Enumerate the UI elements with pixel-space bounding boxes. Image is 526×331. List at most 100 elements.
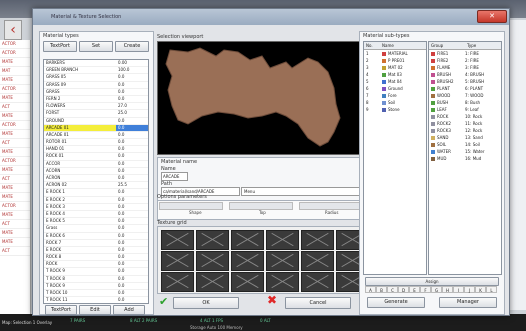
- material-row[interactable]: T ROCK 11 0.0: [44, 297, 148, 303]
- group-row[interactable]: WATER 15: Water: [429, 148, 501, 155]
- material-row[interactable]: BARKERS 0.00: [44, 60, 148, 68]
- material-row[interactable]: T ROCK 9 0.0: [44, 283, 148, 290]
- texture-slot[interactable]: [161, 230, 194, 250]
- assign-button[interactable]: Assign: [365, 277, 499, 286]
- material-row[interactable]: T ROCK 10 0.0: [44, 290, 148, 298]
- create-button[interactable]: Create: [115, 41, 149, 52]
- sub-type-row[interactable]: 2 P PRE01: [364, 57, 426, 64]
- material-row[interactable]: ROTOR 01 0.0: [44, 139, 148, 147]
- material-preview[interactable]: [157, 41, 371, 155]
- material-row[interactable]: GRASS 0.0: [44, 89, 148, 96]
- group-row[interactable]: BUSH 8: Bush: [429, 99, 501, 106]
- background-list-item[interactable]: ACTOR: [0, 49, 30, 58]
- letter-filter-g[interactable]: G: [431, 286, 442, 293]
- material-row[interactable]: ARCADE 01 0.0: [44, 132, 148, 140]
- sub-type-row[interactable]: 9 Stone: [364, 106, 426, 113]
- background-list-item[interactable]: ACTOR: [0, 202, 30, 211]
- letter-filter-c[interactable]: C: [387, 286, 398, 293]
- letter-filter-k[interactable]: K: [475, 286, 486, 293]
- texture-slot[interactable]: [266, 230, 299, 250]
- sub-type-row[interactable]: 4 Mat 03: [364, 71, 426, 78]
- material-row[interactable]: ARCADE 01 0.0: [44, 124, 148, 132]
- generate-button[interactable]: Generate: [367, 297, 425, 308]
- texture-slot[interactable]: [301, 251, 334, 271]
- option-slider-3[interactable]: [299, 202, 363, 210]
- letter-filter-f[interactable]: F: [420, 286, 431, 293]
- background-list-item[interactable]: ACT: [0, 220, 30, 229]
- material-row[interactable]: E ROCK 6 0.0: [44, 233, 148, 240]
- textport-bottom-button[interactable]: TextPort: [45, 305, 77, 315]
- background-list-item[interactable]: MATE: [0, 148, 30, 157]
- background-list-item[interactable]: MATE: [0, 130, 30, 139]
- texture-slot[interactable]: [266, 251, 299, 271]
- material-row[interactable]: T ROCK 9 0.0: [44, 268, 148, 276]
- background-list-item[interactable]: MATE: [0, 76, 30, 85]
- background-list-item[interactable]: MATE: [0, 193, 30, 202]
- texture-slot[interactable]: [231, 230, 264, 250]
- material-row[interactable]: HAND 01 0.0: [44, 146, 148, 154]
- material-row[interactable]: ROCK 7 0.0: [44, 240, 148, 247]
- letter-filter-h[interactable]: H: [442, 286, 453, 293]
- background-list-item[interactable]: MATE: [0, 184, 30, 193]
- background-list-item[interactable]: ACTOR: [0, 157, 30, 166]
- letter-filter-a[interactable]: A: [365, 286, 376, 293]
- background-list-item[interactable]: ACTOR: [0, 121, 30, 130]
- close-button[interactable]: ✕: [477, 10, 507, 23]
- background-list-item[interactable]: ACT: [0, 139, 30, 148]
- option-slider-2[interactable]: [229, 202, 293, 210]
- background-list-item[interactable]: MATE: [0, 94, 30, 103]
- material-row[interactable]: ROCK 0.0: [44, 261, 148, 269]
- background-list-item[interactable]: MATE: [0, 211, 30, 220]
- texture-slot[interactable]: [301, 272, 334, 292]
- edit-button[interactable]: Edit: [79, 305, 111, 315]
- letter-filter-d[interactable]: D: [398, 286, 409, 293]
- sub-type-row[interactable]: 5 Mat 04: [364, 78, 426, 85]
- group-row[interactable]: LEAF 9: Leaf: [429, 106, 501, 113]
- group-row[interactable]: FIRE1 1: FIRE: [429, 50, 501, 57]
- group-row[interactable]: PLANT 6: PLANT: [429, 85, 501, 92]
- background-list-item[interactable]: MATE: [0, 166, 30, 175]
- group-table[interactable]: Group Type FIRE1 1: FIRE FIRE2 2: FIRE FLAME…: [428, 41, 502, 275]
- name-field[interactable]: ARCADE: [161, 172, 188, 181]
- material-row[interactable]: ACRON 02 25.5: [44, 182, 148, 190]
- material-row[interactable]: GREEN BRANCH 100.0: [44, 67, 148, 75]
- group-row[interactable]: SAND 13: Sand: [429, 134, 501, 141]
- texture-slot[interactable]: [231, 251, 264, 271]
- material-list[interactable]: BARKERS 0.00 GREEN BRANCH 100.0 GRASS 05 0.0 G…: [43, 59, 149, 304]
- letter-filter-l[interactable]: L: [486, 286, 497, 293]
- sub-type-row[interactable]: 1 MATERIAL: [364, 50, 426, 57]
- cancel-button[interactable]: Cancel: [285, 297, 351, 309]
- material-row[interactable]: ROCK 01 0.0: [44, 153, 148, 161]
- sub-type-table[interactable]: No. Name 1 MATERIAL 2 P PRE01 3 MAT 02 4 Mat 03…: [363, 41, 427, 275]
- group-row[interactable]: BRUSH2 5: BRUSH: [429, 78, 501, 85]
- group-row[interactable]: WOOD 7: WOOD: [429, 92, 501, 99]
- background-list-item[interactable]: ACT: [0, 103, 30, 112]
- material-row[interactable]: FLOWERS 27.0: [44, 103, 148, 111]
- add-button[interactable]: Add: [113, 305, 145, 315]
- group-row[interactable]: ROCK3 12: Rock: [429, 127, 501, 134]
- material-row[interactable]: GROUND 0.0: [44, 118, 148, 125]
- material-row[interactable]: ROCK 8 0.0: [44, 254, 148, 262]
- background-list-item[interactable]: ACT: [0, 247, 30, 256]
- texture-slot[interactable]: [196, 272, 229, 292]
- group-row[interactable]: FIRE2 2: FIRE: [429, 57, 501, 64]
- texture-slot[interactable]: [196, 230, 229, 250]
- group-row[interactable]: SOIL 14: Soil: [429, 141, 501, 148]
- group-row[interactable]: ROCK2 11: Rock: [429, 120, 501, 127]
- material-row[interactable]: E ROCK 4 0.0: [44, 211, 148, 219]
- group-row[interactable]: BRUSH 4: BRUSH: [429, 71, 501, 78]
- back-arrow-icon[interactable]: ‹: [4, 20, 22, 40]
- sub-type-row[interactable]: 3 MAT 02: [364, 64, 426, 71]
- texture-slot[interactable]: [161, 251, 194, 271]
- option-slider-1[interactable]: [159, 202, 223, 210]
- path-suffix-field[interactable]: Menu: [241, 187, 369, 196]
- letter-filter-j[interactable]: J: [464, 286, 475, 293]
- material-row[interactable]: GRASS 05 0.0: [44, 74, 148, 82]
- texture-slot[interactable]: [301, 230, 334, 250]
- material-row[interactable]: FERN 2 0.0: [44, 96, 148, 104]
- material-row[interactable]: E ROCK 5 0.0: [44, 218, 148, 226]
- material-row[interactable]: T ROCK 8 0.0: [44, 276, 148, 283]
- background-list-item[interactable]: MATE: [0, 112, 30, 121]
- set-button[interactable]: Set: [79, 41, 113, 52]
- group-row[interactable]: ROCK 10: Rock: [429, 113, 501, 120]
